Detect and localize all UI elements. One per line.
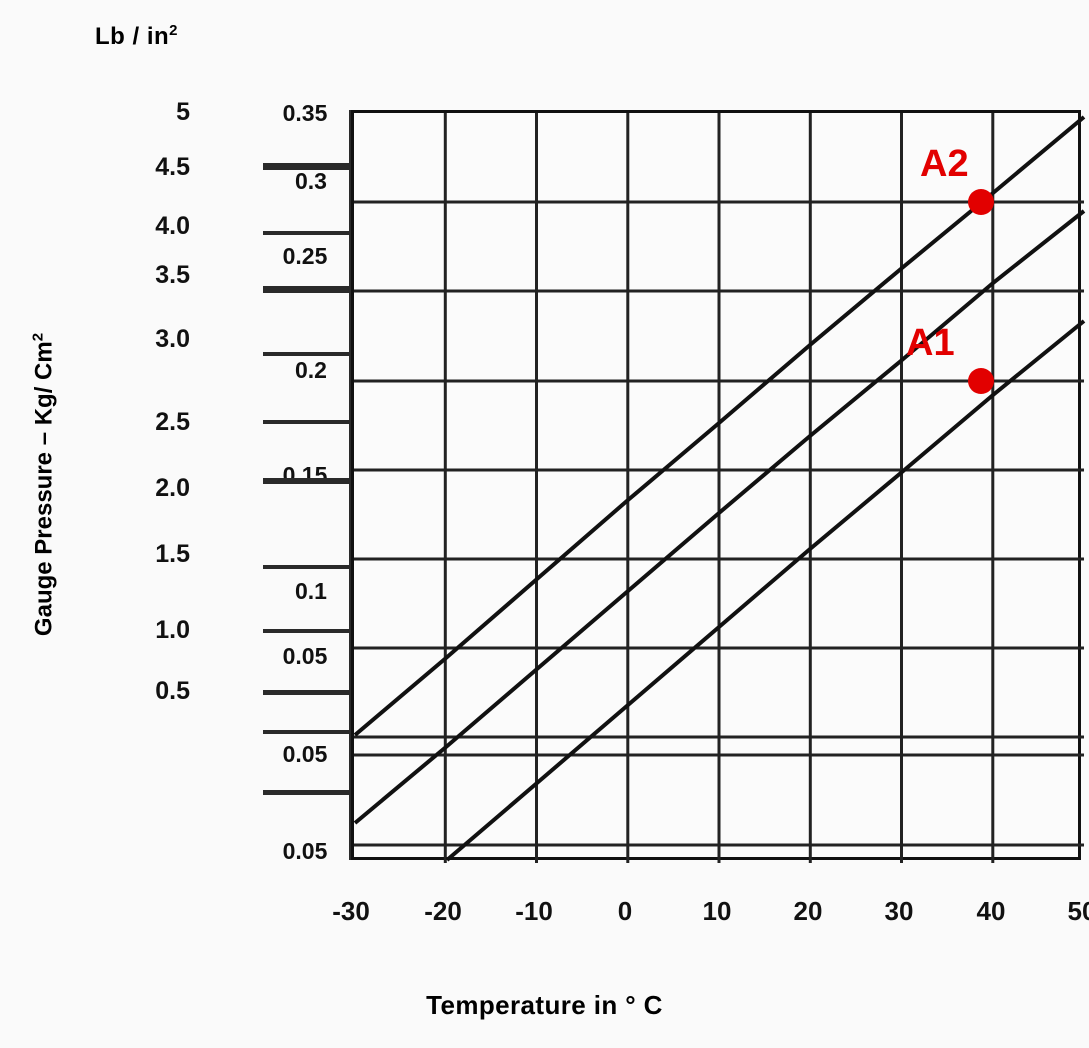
y-tick-kg-8: 1.0 <box>155 616 190 644</box>
x-axis-title: Temperature in ° C <box>426 990 663 1020</box>
x-tick-2: -10 <box>515 896 553 926</box>
y-tick-lb-5: 0.1 <box>295 578 327 604</box>
y-tick-mark-10 <box>263 790 353 795</box>
y-tick-kg-7: 1.5 <box>155 540 190 568</box>
y-tick-kg-1: 4.5 <box>155 153 190 181</box>
y-tick-mark-8 <box>263 690 353 695</box>
y-tick-mark-9 <box>263 730 353 734</box>
secondary-axis-unit-exponent: 2 <box>169 22 178 39</box>
curve-3 <box>445 319 1086 862</box>
secondary-axis-unit-label: Lb / in2 <box>95 22 178 51</box>
y-tick-mark-6 <box>263 565 353 569</box>
x-tick-0: -30 <box>332 896 370 926</box>
y-axis-title-exponent: 2 <box>29 332 47 342</box>
y-tick-mark-2 <box>263 286 353 293</box>
y-tick-kg-5: 2.5 <box>155 408 190 436</box>
x-tick-6: 30 <box>884 896 914 926</box>
y-tick-lb-6: 0.05 <box>282 643 328 669</box>
point-marker-a1[interactable] <box>968 368 994 394</box>
y-tick-mark-5 <box>263 478 353 484</box>
y-tick-mark-7 <box>263 629 353 633</box>
y-tick-kg-6: 2.0 <box>155 474 190 502</box>
y-axis-title: Gauge Pressure – Kg/ Cm2 <box>30 185 59 785</box>
y-tick-lb-2: 0.25 <box>282 243 328 269</box>
y-tick-mark-3 <box>263 352 353 356</box>
y-tick-lb-7: 0.05 <box>282 741 328 767</box>
grid-vertical <box>443 113 995 863</box>
x-tick-5: 20 <box>793 896 823 926</box>
y-tick-lb-0: 0.35 <box>282 100 328 126</box>
y-tick-kg-4: 3.0 <box>155 325 190 353</box>
plot-svg <box>353 113 1086 863</box>
y-tick-mark-4 <box>263 420 353 424</box>
point-label-a2: A2 <box>920 143 969 185</box>
y-tick-lb-3: 0.2 <box>295 357 327 383</box>
chart-canvas: Lb / in2 Gauge Pressure – Kg/ Cm2 Temper… <box>0 0 1089 1048</box>
y-tick-kg-2: 4.0 <box>155 212 190 240</box>
secondary-axis-unit-text: Lb / in <box>95 23 170 50</box>
x-tick-8: 50 <box>1067 896 1089 926</box>
y-tick-mark-1 <box>263 231 353 235</box>
x-tick-7: 40 <box>976 896 1006 926</box>
y-tick-kg-9: 0.5 <box>155 677 190 705</box>
point-label-a1: A1 <box>906 322 955 364</box>
x-tick-3: 0 <box>617 896 633 926</box>
y-tick-lb-4: 0.15 <box>282 462 328 488</box>
y-axis-title-text: Gauge Pressure – Kg/ Cm <box>30 341 58 637</box>
y-tick-lb-1: 0.3 <box>295 168 327 194</box>
y-tick-mark-0 <box>263 163 353 170</box>
y-tick-kg-3: 3.5 <box>155 261 190 289</box>
y-tick-lb-8: 0.05 <box>282 838 328 864</box>
x-tick-1: -20 <box>424 896 462 926</box>
plot-area: A2 A1 <box>351 110 1086 863</box>
point-marker-a2[interactable] <box>968 189 994 215</box>
y-tick-kg-0: 5 <box>176 98 190 126</box>
x-tick-4: 10 <box>702 896 732 926</box>
